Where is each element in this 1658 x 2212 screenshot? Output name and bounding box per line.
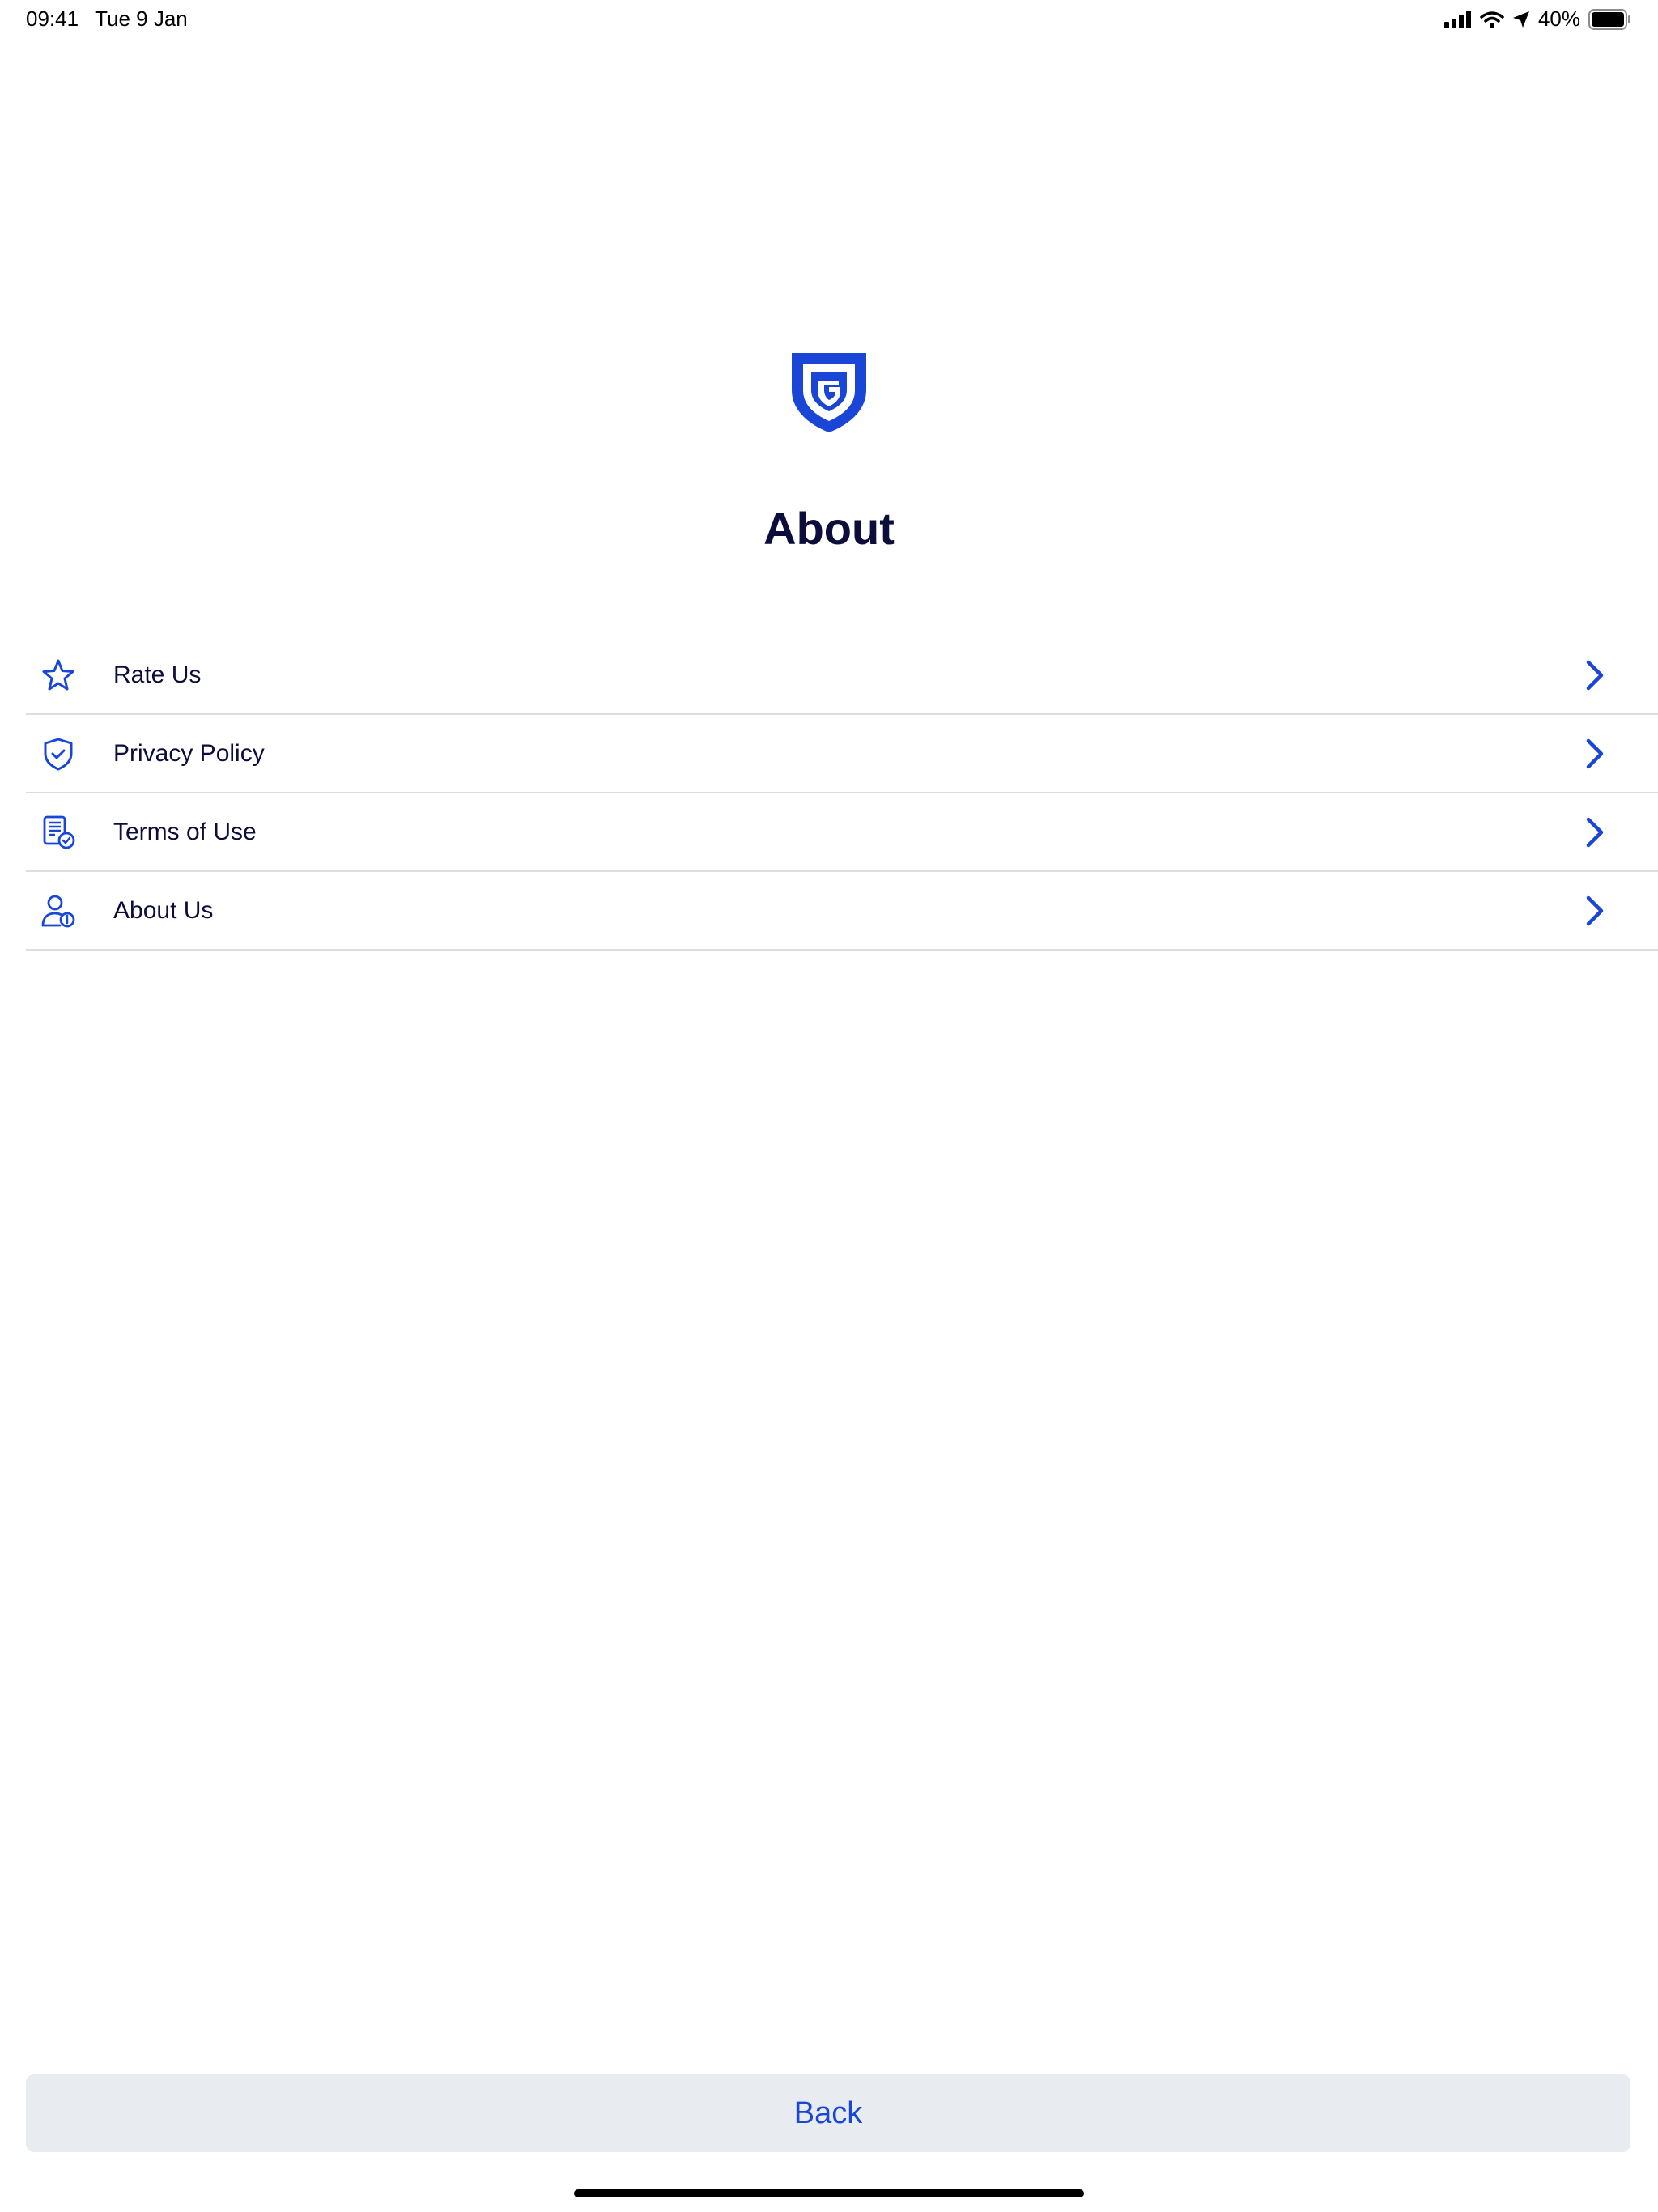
- menu-item-rate-us[interactable]: Rate Us: [26, 636, 1658, 715]
- page-title: About: [763, 503, 895, 554]
- battery-icon: [1588, 8, 1630, 30]
- star-icon: [42, 659, 74, 690]
- menu-item-label: Rate Us: [113, 661, 202, 688]
- cellular-signal-icon: [1443, 10, 1471, 28]
- chevron-right-icon: [1586, 660, 1604, 690]
- chevron-right-icon: [1586, 738, 1604, 768]
- status-left: 09:41 Tue 9 Jan: [26, 6, 188, 32]
- status-right: 40%: [1443, 6, 1632, 32]
- user-info-icon: [41, 895, 75, 927]
- shield-g-logo-icon: [792, 353, 866, 432]
- location-arrow-icon: [1512, 11, 1529, 28]
- home-indicator[interactable]: [574, 2189, 1084, 2197]
- status-date: Tue 9 Jan: [95, 6, 188, 31]
- status-bar: 09:41 Tue 9 Jan 40%: [0, 0, 1658, 39]
- menu-item-label: About Us: [113, 896, 214, 924]
- menu-list: Rate Us Privacy Policy Terms of Use Abou…: [26, 636, 1658, 951]
- menu-item-terms-of-use[interactable]: Terms of Use: [26, 793, 1658, 872]
- battery-percent: 40%: [1537, 6, 1580, 31]
- shield-check-icon: [44, 738, 73, 770]
- menu-item-label: Privacy Policy: [113, 739, 265, 767]
- back-button[interactable]: Back: [26, 2074, 1630, 2152]
- chevron-right-icon: [1586, 817, 1604, 847]
- document-check-icon: [43, 815, 75, 849]
- status-time: 09:41: [26, 6, 79, 31]
- chevron-right-icon: [1586, 895, 1604, 925]
- menu-item-about-us[interactable]: About Us: [26, 872, 1658, 951]
- menu-item-privacy-policy[interactable]: Privacy Policy: [26, 715, 1658, 793]
- wifi-icon: [1480, 11, 1504, 28]
- menu-item-label: Terms of Use: [113, 818, 257, 845]
